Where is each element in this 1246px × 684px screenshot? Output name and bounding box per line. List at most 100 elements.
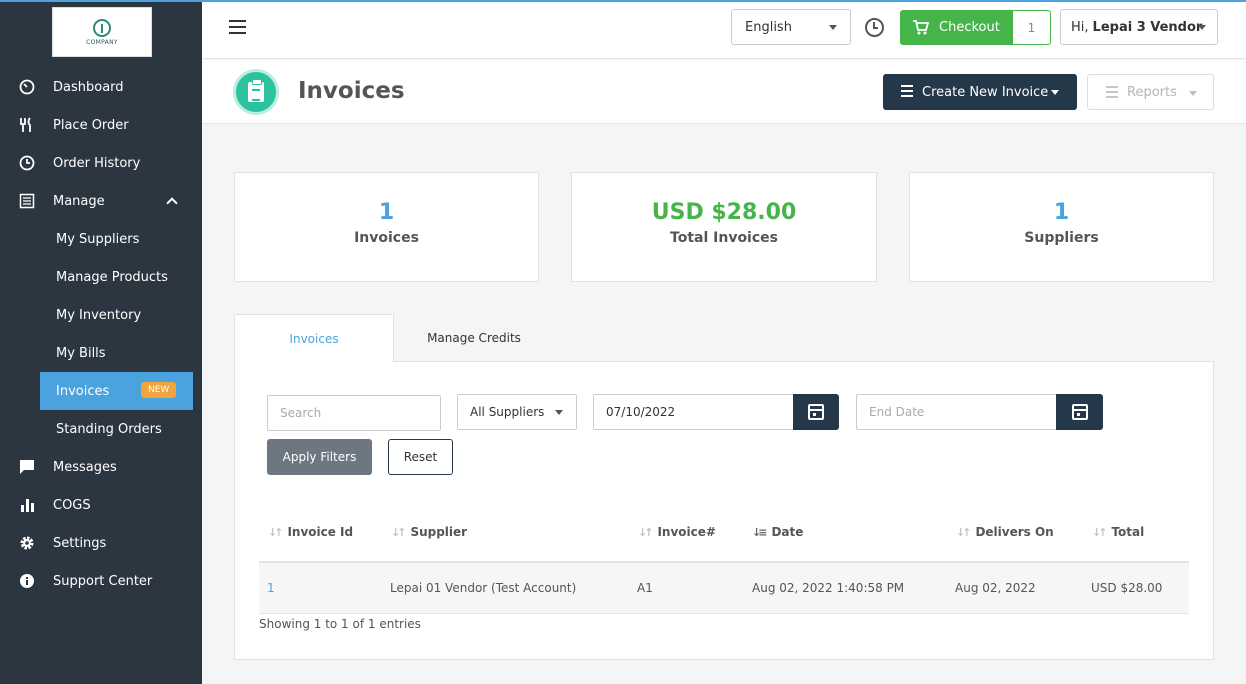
table-entries-info: Showing 1 to 1 of 1 entries — [259, 617, 421, 631]
sidebar: COMPANY Dashboard Place Order Order Hist… — [0, 0, 202, 684]
supplier-select[interactable]: All Suppliers — [457, 394, 577, 430]
cell-supplier: Lepai 01 Vendor (Test Account) — [390, 581, 577, 595]
search-input[interactable]: Search — [267, 395, 441, 431]
sidebar-item-manage[interactable]: Manage — [0, 182, 202, 220]
cell-date: Aug 02, 2022 1:40:58 PM — [752, 581, 905, 595]
stat-label: Suppliers — [1024, 230, 1099, 246]
sidebar-item-support-center[interactable]: Support Center — [0, 562, 202, 600]
clock-icon[interactable] — [865, 18, 884, 37]
chevron-up-icon — [166, 197, 178, 209]
reports-button[interactable]: Reports — [1087, 74, 1214, 110]
sidebar-item-cogs[interactable]: COGS — [0, 486, 202, 524]
chevron-down-icon — [829, 25, 837, 30]
sidebar-item-label: Settings — [53, 535, 107, 551]
sidebar-item-label: Messages — [53, 459, 117, 475]
stat-card-suppliers: 1 Suppliers — [909, 172, 1214, 282]
sidebar-item-label: My Suppliers — [56, 231, 140, 247]
history-icon — [18, 154, 36, 172]
greeting: Hi, — [1071, 19, 1089, 35]
sort-icon: ↓↑ — [956, 525, 972, 539]
sidebar-item-place-order[interactable]: Place Order — [0, 106, 202, 144]
user-menu[interactable]: Hi, Lepai 3 Vendor — [1060, 9, 1218, 45]
chevron-down-icon — [1198, 25, 1206, 30]
top-accent-line — [0, 0, 1246, 2]
stat-label: Total Invoices — [670, 230, 778, 246]
language-select[interactable]: English — [731, 9, 851, 45]
gear-icon — [18, 534, 36, 552]
checkout-button[interactable]: Checkout — [900, 10, 1013, 45]
sort-icon: ↓↑ — [1092, 525, 1108, 539]
list-icon — [897, 85, 913, 99]
sidebar-item-invoices[interactable]: Invoices NEW — [40, 372, 193, 410]
bar-chart-icon — [18, 496, 36, 514]
tab-invoices[interactable]: Invoices — [234, 314, 394, 362]
create-new-invoice-button[interactable]: Create New Invoice — [883, 74, 1077, 110]
column-header-invoice-number[interactable]: ↓↑ Invoice# — [638, 525, 716, 539]
hamburger-menu-icon[interactable] — [229, 20, 246, 34]
stat-card-total-invoices: USD $28.00 Total Invoices — [571, 172, 877, 282]
calendar-icon — [1071, 404, 1088, 420]
sort-icon: ↓↑ — [638, 525, 654, 539]
checkout-label: Checkout — [939, 20, 1000, 35]
sidebar-item-label: My Bills — [56, 345, 106, 361]
cell-invoice-number: A1 — [637, 581, 653, 595]
page-header: Invoices Create New Invoice Reports — [202, 60, 1246, 124]
stat-label: Invoices — [354, 230, 419, 246]
chevron-down-icon — [555, 410, 563, 415]
sidebar-item-my-suppliers[interactable]: My Suppliers — [0, 220, 202, 258]
stat-value: 1 — [378, 200, 395, 225]
stat-card-invoices: 1 Invoices — [234, 172, 539, 282]
cell-total: USD $28.00 — [1091, 581, 1163, 595]
sidebar-item-standing-orders[interactable]: Standing Orders — [0, 410, 202, 448]
column-header-delivers-on[interactable]: ↓↑ Delivers On — [956, 525, 1054, 539]
sort-icon: ↓↑ — [391, 525, 407, 539]
user-name: Lepai 3 Vendor — [1092, 19, 1203, 35]
stat-value: 1 — [1053, 200, 1070, 225]
company-logo[interactable]: COMPANY — [52, 7, 152, 57]
apply-filters-button[interactable]: Apply Filters — [267, 439, 372, 475]
chevron-down-icon — [1051, 90, 1059, 95]
checkout-count[interactable]: 1 — [1013, 10, 1051, 45]
cell-delivers-on: Aug 02, 2022 — [955, 581, 1036, 595]
reports-label: Reports — [1127, 84, 1177, 100]
column-header-supplier[interactable]: ↓↑ Supplier — [391, 525, 467, 539]
chat-icon — [18, 458, 36, 476]
reset-button[interactable]: Reset — [388, 439, 453, 475]
clipboard-icon — [233, 69, 279, 115]
language-value: English — [745, 19, 792, 35]
list-icon — [18, 192, 36, 210]
sidebar-item-manage-products[interactable]: Manage Products — [0, 258, 202, 296]
sidebar-item-label: Invoices — [56, 383, 110, 399]
list-icon — [1102, 86, 1118, 100]
top-bar: English Checkout 1 Hi, Lepai 3 Vendor — [202, 0, 1246, 59]
end-date-calendar-button[interactable] — [1056, 394, 1103, 430]
sidebar-item-label: Support Center — [53, 573, 153, 589]
sidebar-item-label: My Inventory — [56, 307, 142, 323]
sidebar-item-my-bills[interactable]: My Bills — [0, 334, 202, 372]
invoice-id-link[interactable]: 1 — [267, 581, 275, 595]
sidebar-item-label: Order History — [53, 155, 141, 171]
sidebar-item-order-history[interactable]: Order History — [0, 144, 202, 182]
sidebar-item-dashboard[interactable]: Dashboard — [0, 68, 202, 106]
sort-icon: ↓↑ — [268, 525, 284, 539]
sidebar-item-label: Standing Orders — [56, 421, 162, 437]
column-header-total[interactable]: ↓↑ Total — [1092, 525, 1144, 539]
sidebar-item-label: Dashboard — [53, 79, 124, 95]
start-date-calendar-button[interactable] — [793, 394, 839, 430]
dashboard-icon — [18, 78, 36, 96]
column-header-date[interactable]: ↓≡ Date — [752, 525, 803, 539]
end-date-input[interactable]: End Date — [856, 394, 1058, 430]
sort-descending-icon: ↓≡ — [752, 525, 768, 539]
palm-logo-icon — [93, 18, 111, 37]
tab-manage-credits[interactable]: Manage Credits — [394, 314, 554, 361]
sidebar-item-my-inventory[interactable]: My Inventory — [0, 296, 202, 334]
sidebar-item-settings[interactable]: Settings — [0, 524, 202, 562]
page-title: Invoices — [298, 78, 405, 104]
create-invoice-label: Create New Invoice — [922, 84, 1049, 100]
utensils-icon — [18, 116, 36, 134]
column-header-invoice-id[interactable]: ↓↑ Invoice Id — [268, 525, 353, 539]
start-date-input[interactable]: 07/10/2022 — [593, 394, 795, 430]
sidebar-item-messages[interactable]: Messages — [0, 448, 202, 486]
logo-text: COMPANY — [86, 38, 118, 46]
sidebar-item-label: Manage Products — [56, 269, 168, 285]
